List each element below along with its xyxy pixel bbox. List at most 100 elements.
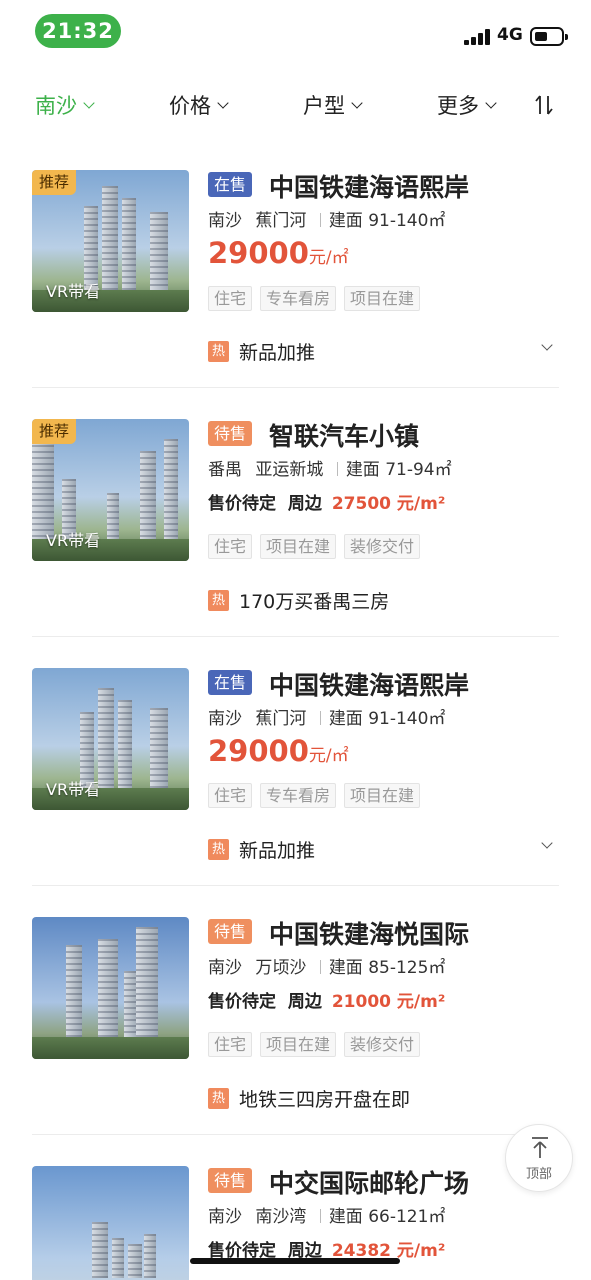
filter-district-label: 南沙 — [35, 94, 77, 118]
chevron-down-icon — [217, 96, 229, 109]
floor-area: 建面 85-125㎡ — [328, 958, 446, 978]
status-badge: 待售 — [208, 919, 253, 944]
tag: 项目在建 — [344, 286, 421, 311]
area: 南沙湾 — [255, 1207, 307, 1227]
tag: 住宅 — [208, 1032, 253, 1057]
listing-card[interactable]: 推荐 VR带看 在售 中国铁建海语熙岸 南沙 蕉门河 建面 91-140㎡ 29… — [0, 150, 591, 388]
listing-card[interactable]: 待售 中国铁建海悦国际 南沙 万顷沙 建面 85-125㎡ 售价待定 周边 21… — [0, 886, 591, 1135]
arrow-up-icon — [532, 1137, 548, 1158]
status-badge: 在售 — [208, 670, 253, 695]
hot-icon: 热 — [208, 590, 229, 611]
chevron-down-icon — [485, 96, 497, 109]
floor-area: 建面 91-140㎡ — [328, 211, 446, 231]
filter-layout[interactable]: 户型 — [303, 90, 363, 120]
listing-title: 中国铁建海语熙岸 — [269, 173, 470, 202]
price-unit: 元/㎡ — [308, 746, 349, 766]
listing-price: 29000元/㎡ — [208, 236, 349, 270]
status-badge: 待售 — [208, 1168, 253, 1193]
area: 万顷沙 — [255, 958, 307, 978]
nearby-label: 周边 — [287, 494, 322, 514]
chevron-down-icon — [351, 96, 363, 109]
vr-label[interactable]: VR带看 — [46, 776, 100, 800]
hot-icon: 热 — [208, 1088, 229, 1109]
tag-list: 住宅 项目在建 装修交付 — [208, 534, 421, 559]
listing-price: 29000元/㎡ — [208, 734, 349, 768]
tag-list: 住宅 专车看房 项目在建 — [208, 286, 421, 311]
promo-text: 170万买番禺三房 — [239, 591, 390, 613]
tag: 项目在建 — [344, 783, 421, 808]
tag: 专车看房 — [260, 783, 337, 808]
floor-area: 建面 66-121㎡ — [328, 1207, 446, 1227]
sort-icon[interactable] — [535, 94, 553, 116]
chevron-down-icon[interactable] — [541, 339, 553, 351]
nearby-label: 周边 — [287, 992, 322, 1012]
tag: 项目在建 — [260, 534, 337, 559]
tag: 住宅 — [208, 286, 253, 311]
vr-label[interactable]: VR带看 — [46, 527, 100, 551]
listing-card[interactable]: 推荐 VR带看 待售 智联汽车小镇 番禺 亚运新城 建面 71-94㎡ 售价待定… — [0, 388, 591, 637]
tag: 装修交付 — [344, 534, 421, 559]
listing-image: 推荐 VR带看 — [32, 419, 189, 561]
status-time: 21:32 — [35, 14, 121, 48]
listing-title: 中国铁建海语熙岸 — [269, 671, 470, 700]
filter-more[interactable]: 更多 — [437, 90, 497, 120]
district: 番禺 — [208, 460, 242, 480]
district: 南沙 — [208, 958, 242, 978]
district: 南沙 — [208, 709, 242, 729]
network-label: 4G — [497, 25, 523, 45]
chevron-down-icon — [83, 96, 95, 109]
price-status: 售价待定 — [208, 494, 276, 514]
tag-list: 住宅 项目在建 装修交付 — [208, 1032, 421, 1057]
filter-district[interactable]: 南沙 — [35, 90, 95, 120]
listing-title: 中国铁建海悦国际 — [269, 920, 470, 949]
floor-area: 建面 91-140㎡ — [328, 709, 446, 729]
listing-title: 智联汽车小镇 — [269, 422, 420, 451]
nearby-price: 21000 元/m² — [331, 992, 446, 1012]
price-unit: 元/㎡ — [308, 248, 349, 268]
listing-location: 南沙 蕉门河 建面 91-140㎡ — [208, 206, 445, 231]
filter-more-label: 更多 — [437, 94, 479, 118]
promo-row[interactable]: 热 地铁三四房开盘在即 — [208, 1085, 555, 1112]
listing-title: 中交国际邮轮广场 — [269, 1169, 470, 1198]
listing-image — [32, 917, 189, 1059]
back-to-top-label: 顶部 — [525, 1167, 552, 1182]
recommend-badge: 推荐 — [32, 419, 77, 444]
promo-row[interactable]: 热 新品加推 — [208, 836, 555, 863]
tag: 住宅 — [208, 783, 253, 808]
promo-text: 新品加推 — [239, 840, 316, 862]
filter-layout-label: 户型 — [303, 94, 345, 118]
listing-card[interactable]: VR带看 在售 中国铁建海语熙岸 南沙 蕉门河 建面 91-140㎡ 29000… — [0, 637, 591, 886]
listing-location: 南沙 蕉门河 建面 91-140㎡ — [208, 704, 445, 729]
listing-image — [32, 1166, 189, 1280]
tag: 装修交付 — [344, 1032, 421, 1057]
signal-icon — [464, 29, 492, 45]
price-value: 29000 — [208, 734, 309, 768]
filter-bar: 南沙 价格 户型 更多 — [0, 80, 591, 130]
listing-location: 南沙 万顷沙 建面 85-125㎡ — [208, 953, 445, 978]
status-badge: 在售 — [208, 172, 253, 197]
tag-list: 住宅 专车看房 项目在建 — [208, 783, 421, 808]
listing-location: 南沙 南沙湾 建面 66-121㎡ — [208, 1202, 445, 1227]
tag: 项目在建 — [260, 1032, 337, 1057]
vr-label[interactable]: VR带看 — [46, 278, 100, 302]
hot-icon: 热 — [208, 839, 229, 860]
status-badge: 待售 — [208, 421, 253, 446]
area: 蕉门河 — [255, 709, 307, 729]
tag: 专车看房 — [260, 286, 337, 311]
listing-image: VR带看 — [32, 668, 189, 810]
area: 亚运新城 — [255, 460, 324, 480]
promo-row[interactable]: 热 170万买番禺三房 — [208, 587, 555, 614]
back-to-top-button[interactable]: 顶部 — [505, 1124, 573, 1192]
listing-price: 售价待定 周边 21000 元/m² — [208, 987, 445, 1012]
status-bar: 21:32 4G — [0, 0, 591, 62]
price-value: 29000 — [208, 236, 309, 270]
listing-image: 推荐 VR带看 — [32, 170, 189, 312]
chevron-down-icon[interactable] — [541, 837, 553, 849]
filter-price[interactable]: 价格 — [169, 90, 229, 120]
district: 南沙 — [208, 211, 242, 231]
area: 蕉门河 — [255, 211, 307, 231]
promo-row[interactable]: 热 新品加推 — [208, 338, 555, 365]
filter-price-label: 价格 — [169, 94, 211, 118]
home-indicator[interactable] — [190, 1258, 400, 1264]
promo-text: 地铁三四房开盘在即 — [239, 1089, 411, 1111]
